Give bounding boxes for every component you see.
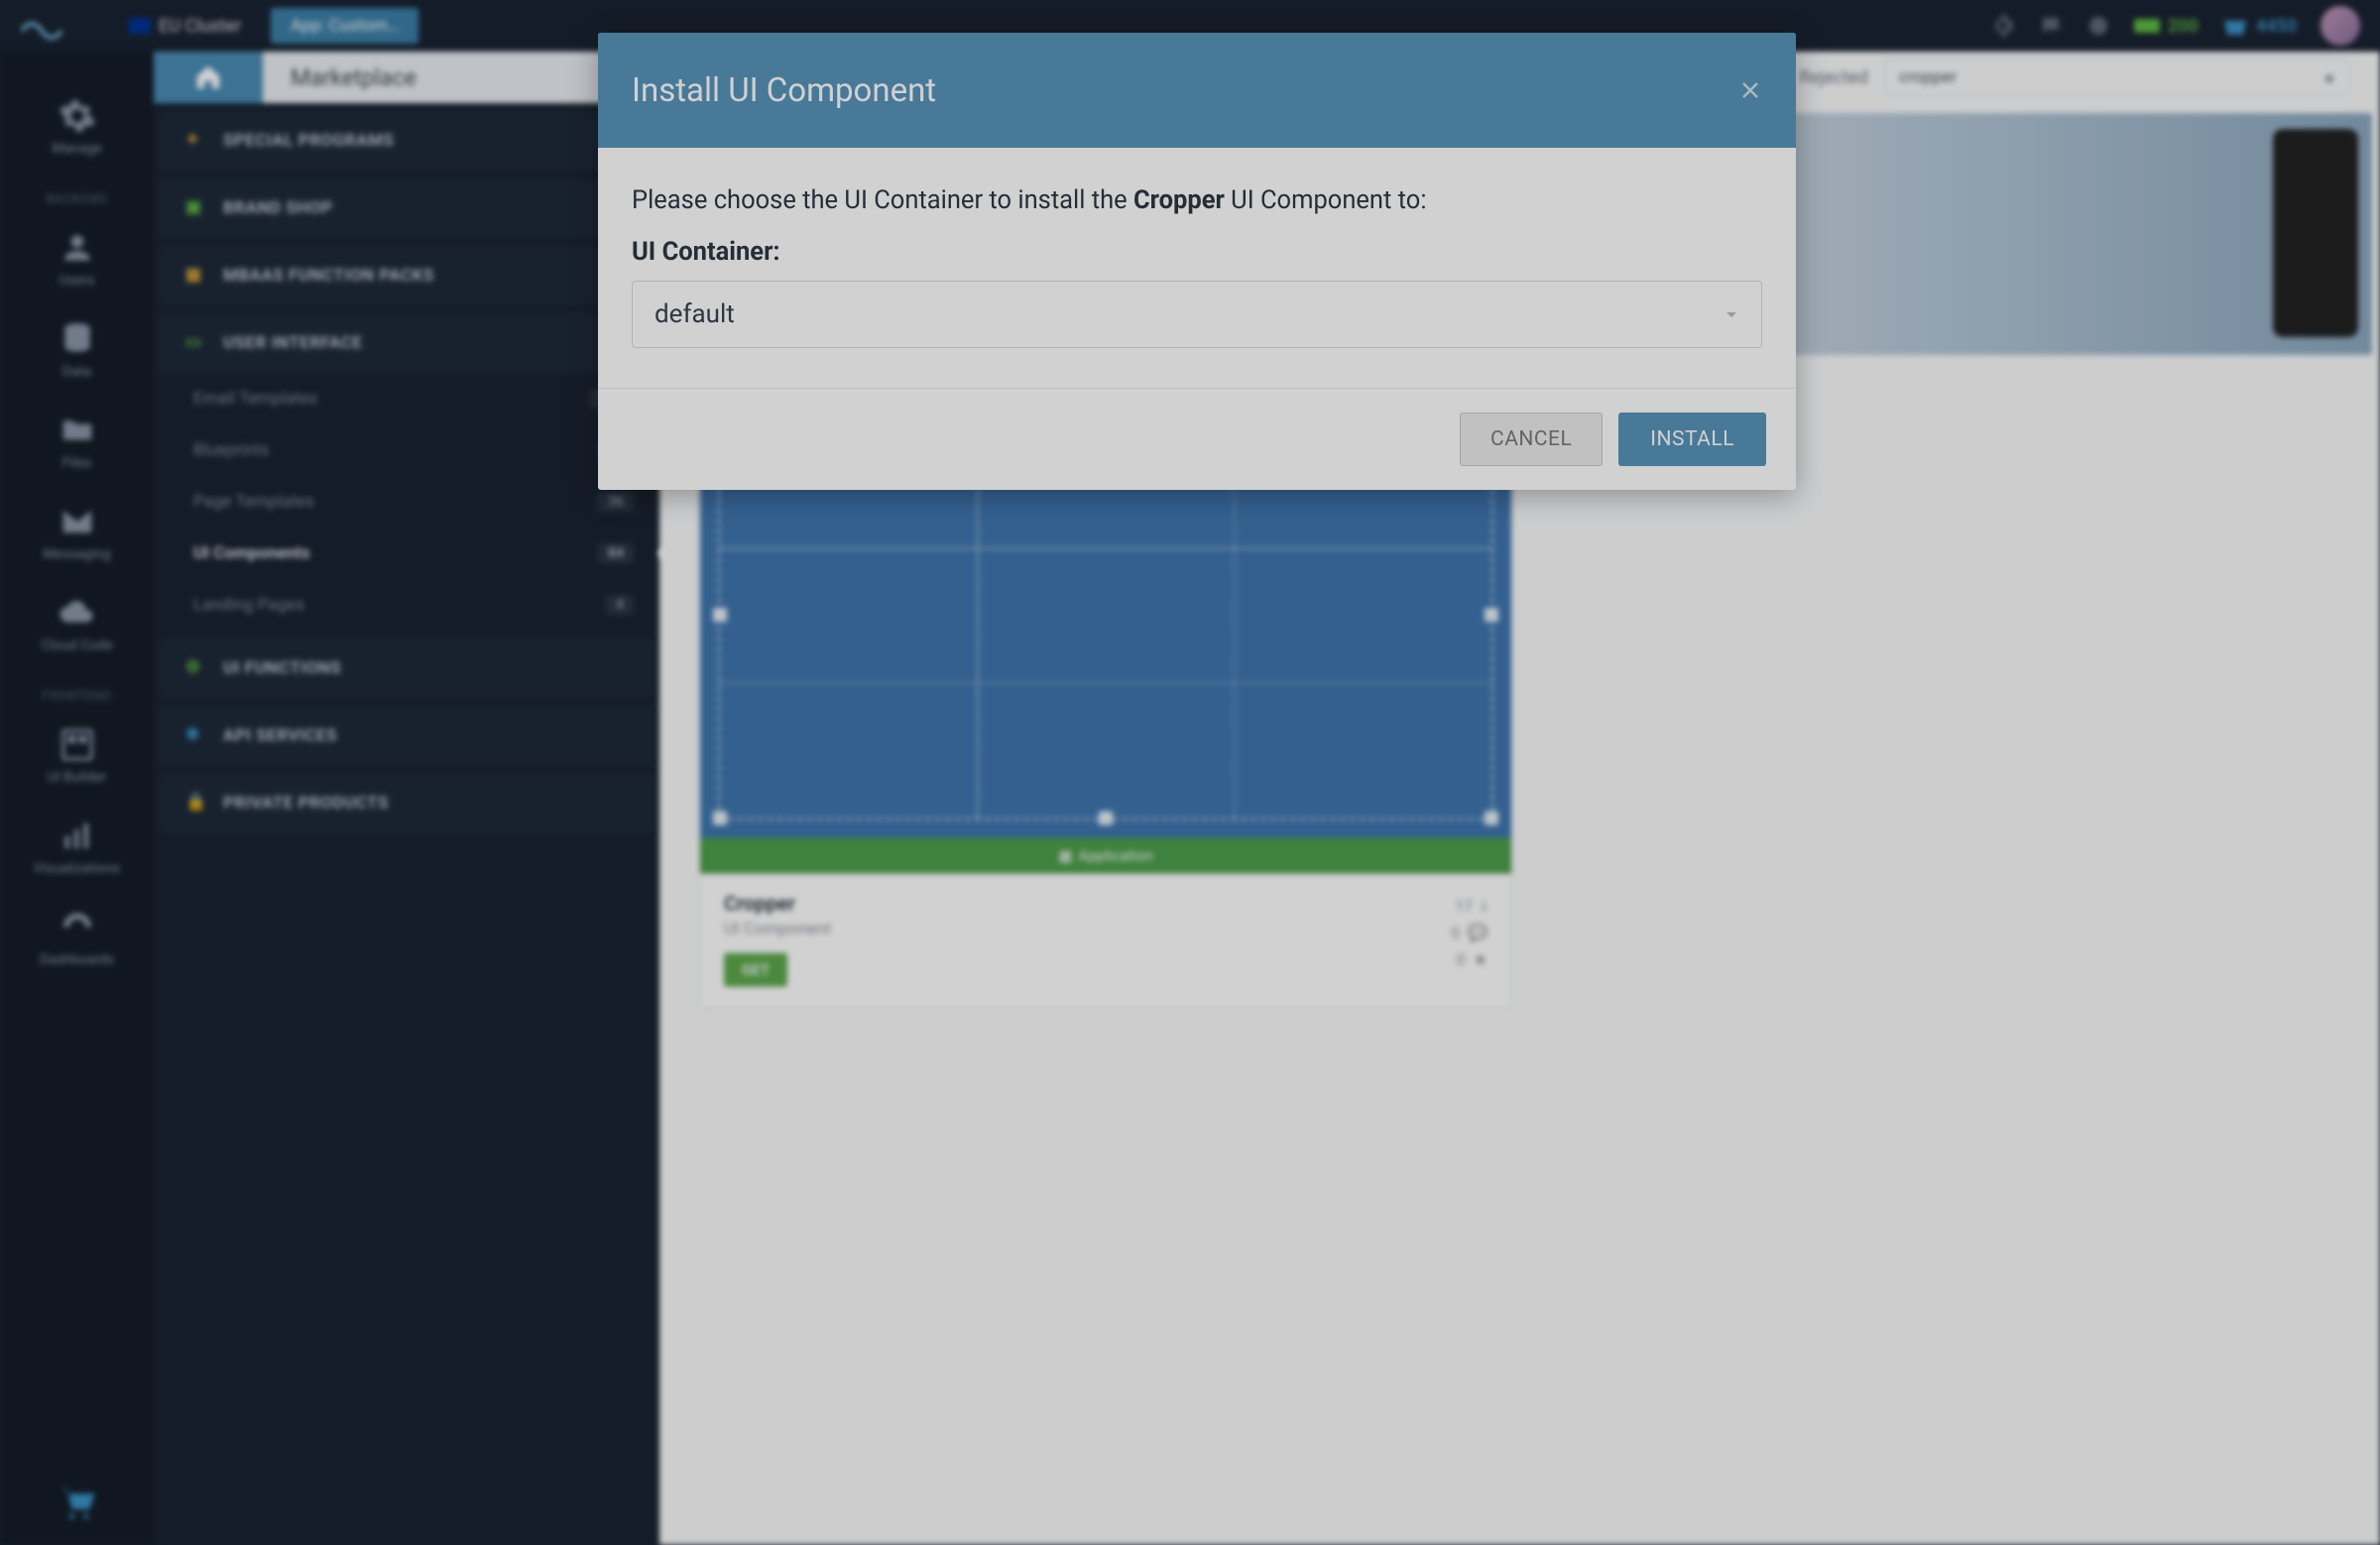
modal-overlay[interactable] [0,0,2380,1545]
